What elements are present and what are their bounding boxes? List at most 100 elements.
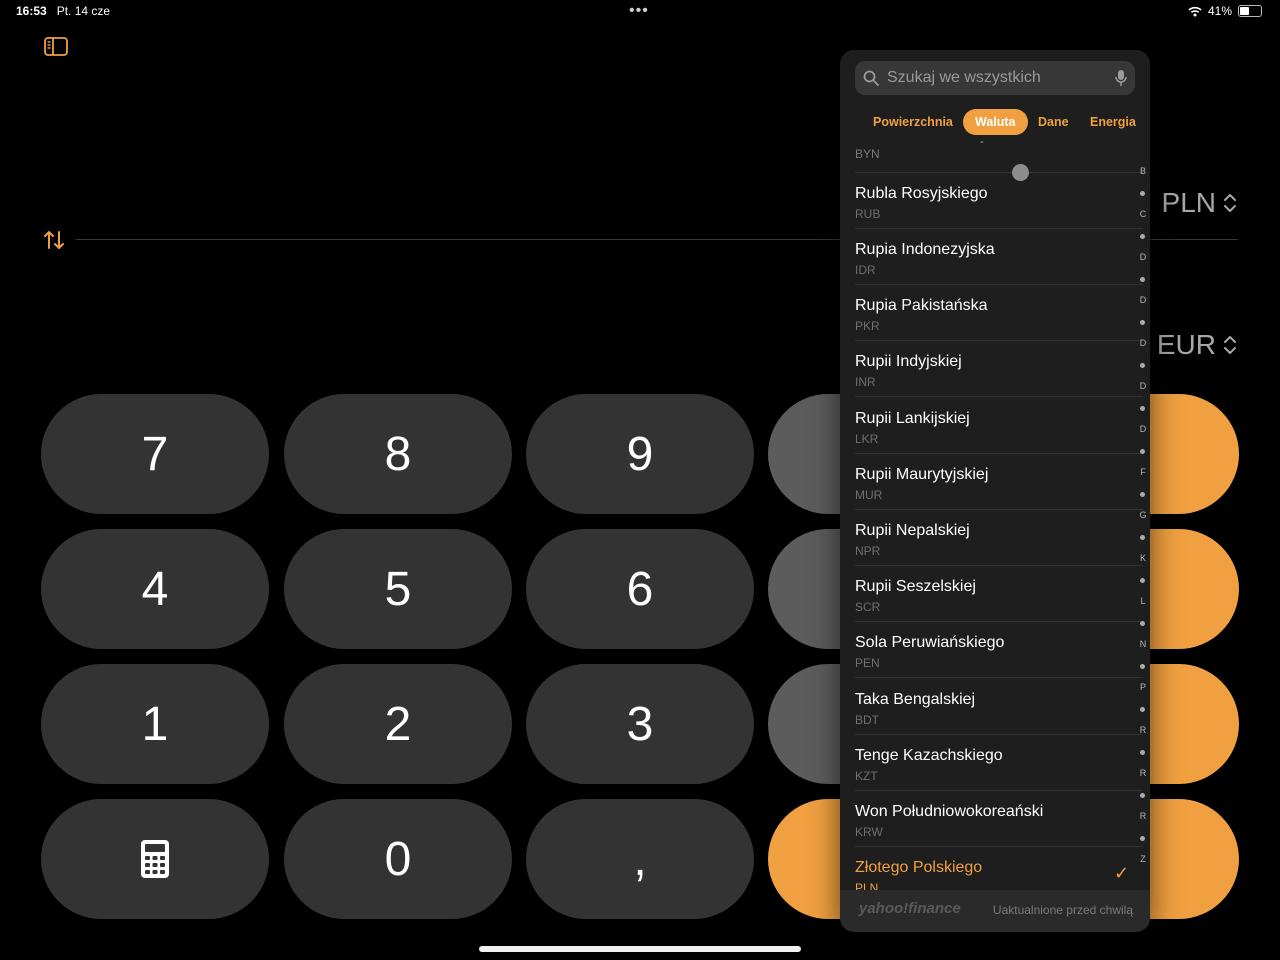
currency-code: IDR (855, 263, 876, 277)
from-unit-label: PLN (1161, 187, 1216, 218)
currency-row[interactable]: Rupii Seszelskiej SCR (840, 566, 1150, 622)
battery-icon (1238, 5, 1262, 17)
index-letter[interactable]: B (1136, 166, 1150, 176)
currency-name: Rupii Seszelskiej (855, 578, 976, 595)
key-0[interactable]: 0 (284, 799, 512, 919)
index-letter[interactable]: D (1136, 295, 1150, 305)
currency-name: Tenge Kazachskiego (855, 747, 1003, 764)
index-letter[interactable]: N (1136, 639, 1150, 649)
currency-list[interactable]: BYN Rubla Rosyjskiego RUB Rupia Indonezy… (840, 140, 1150, 932)
index-letter[interactable]: D (1136, 338, 1150, 348)
currency-code: NPR (855, 544, 881, 558)
tab-energia[interactable]: Energia (1090, 109, 1136, 135)
index-letter[interactable]: R (1136, 811, 1150, 821)
index-letter[interactable]: G (1136, 510, 1150, 520)
previous-row-code: BYN (855, 147, 880, 161)
search-icon (863, 70, 879, 86)
key-3[interactable]: 3 (526, 664, 754, 784)
index-letter[interactable]: C (1136, 209, 1150, 219)
key-6[interactable]: 6 (526, 529, 754, 649)
tab-waluta[interactable]: Waluta (963, 109, 1028, 135)
microphone-icon[interactable] (1115, 69, 1127, 87)
key-7[interactable]: 7 (41, 394, 269, 514)
to-unit-label: EUR (1156, 329, 1216, 360)
currency-name: Sola Peruwiańskiego (855, 634, 1005, 651)
currency-code: INR (855, 375, 876, 389)
calculator-icon (141, 840, 169, 878)
currency-row[interactable]: Rupia Indonezyjska IDR (840, 229, 1150, 285)
picker-footer: yahoo!finance Uaktualnione przed chwilą (840, 890, 1150, 932)
tab-dane[interactable]: Dane (1038, 109, 1069, 135)
update-status: Uaktualnione przed chwilą (992, 903, 1133, 917)
battery-percent: 41% (1207, 4, 1232, 18)
index-letter[interactable]: D (1136, 424, 1150, 434)
currency-code: PEN (855, 656, 880, 670)
currency-row[interactable]: Rubla Rosyjskiego RUB (840, 173, 1150, 229)
key-1[interactable]: 1 (41, 664, 269, 784)
currency-name: Taka Bengalskiej (855, 691, 976, 708)
currency-row[interactable]: Won Południowokoreański KRW (840, 791, 1150, 847)
chevron-up-down-icon (1224, 194, 1236, 212)
sidebar-toggle-icon[interactable] (44, 37, 68, 56)
index-letter[interactable]: L (1136, 596, 1150, 606)
index-letter[interactable]: K (1136, 553, 1150, 563)
currency-code: BDT (855, 713, 879, 727)
currency-name: Won Południowokoreański (855, 803, 1044, 820)
currency-name: Rupia Pakistańska (855, 297, 988, 314)
index-letter[interactable]: D (1136, 252, 1150, 262)
home-indicator[interactable] (479, 946, 801, 952)
index-letter[interactable]: D (1136, 381, 1150, 391)
currency-name: Rupii Nepalskiej (855, 522, 970, 539)
currency-row[interactable]: Rupia Pakistańska PKR (840, 285, 1150, 341)
index-letter[interactable]: R (1136, 768, 1150, 778)
multitask-dots-icon[interactable]: ••• (629, 2, 649, 20)
currency-code: RUB (855, 207, 881, 221)
currency-name: Rupia Indonezyjska (855, 241, 995, 258)
from-unit-selector[interactable]: PLN (1162, 187, 1238, 219)
key-5[interactable]: 5 (284, 529, 512, 649)
currency-row[interactable]: Rupii Lankijskiej LKR (840, 398, 1150, 454)
currency-code: KRW (855, 825, 883, 839)
currency-name: Rupii Lankijskiej (855, 410, 970, 427)
key-9[interactable]: 9 (526, 394, 754, 514)
currency-picker-popover: t Powierzchnia Waluta Dane Energia - BYN… (840, 50, 1150, 932)
currency-code: KZT (855, 769, 878, 783)
currency-name: Rupii Maurytyjskiej (855, 466, 989, 483)
index-letter[interactable]: F (1136, 467, 1150, 477)
currency-code: LKR (855, 432, 879, 446)
status-date: Pt. 14 cze (56, 4, 111, 18)
currency-name: Rupii Indyjskiej (855, 353, 962, 370)
currency-name: Rubla Rosyjskiego (855, 185, 988, 202)
to-unit-selector[interactable]: EUR (1157, 329, 1238, 361)
wifi-icon (1188, 6, 1202, 16)
currency-row[interactable]: Taka Bengalskiej BDT (840, 679, 1150, 735)
search-bar[interactable] (855, 61, 1135, 95)
currency-row[interactable]: Rupii Nepalskiej NPR (840, 510, 1150, 566)
search-input[interactable] (885, 68, 1111, 88)
chevron-up-down-icon (1224, 336, 1236, 354)
currency-code: SCR (855, 600, 881, 614)
status-time: 16:53 (16, 4, 47, 18)
currency-row[interactable]: Sola Peruwiańskiego PEN (840, 622, 1150, 678)
index-letter[interactable]: P (1136, 682, 1150, 692)
key-comma[interactable]: , (526, 799, 754, 919)
swap-units-icon[interactable] (42, 228, 66, 252)
currency-row[interactable]: Rupii Indyjskiej INR (840, 341, 1150, 397)
currency-name: Złotego Polskiego (855, 859, 983, 876)
key-8[interactable]: 8 (284, 394, 512, 514)
currency-code: MUR (855, 488, 883, 502)
currency-row[interactable]: Rupii Maurytyjskiej MUR (840, 454, 1150, 510)
index-letter[interactable]: Z (1136, 854, 1150, 864)
calculator-mode-button[interactable] (41, 799, 269, 919)
key-4[interactable]: 4 (41, 529, 269, 649)
status-bar: 16:53 Pt. 14 cze ••• 41% (0, 0, 1280, 24)
yahoo-finance-logo: yahoo!finance (859, 900, 961, 917)
index-letter[interactable]: R (1136, 725, 1150, 735)
section-index-bar[interactable]: B C D D D D D F G K L N P R R R Z (1136, 166, 1150, 886)
checkmark-icon: ✓ (1114, 863, 1130, 883)
category-tabs: t Powierzchnia Waluta Dane Energia (840, 109, 1150, 135)
tab-powierzchnia[interactable]: Powierzchnia (873, 109, 953, 135)
key-2[interactable]: 2 (284, 664, 512, 784)
currency-code: PKR (855, 319, 880, 333)
currency-row[interactable]: Tenge Kazachskiego KZT (840, 735, 1150, 791)
